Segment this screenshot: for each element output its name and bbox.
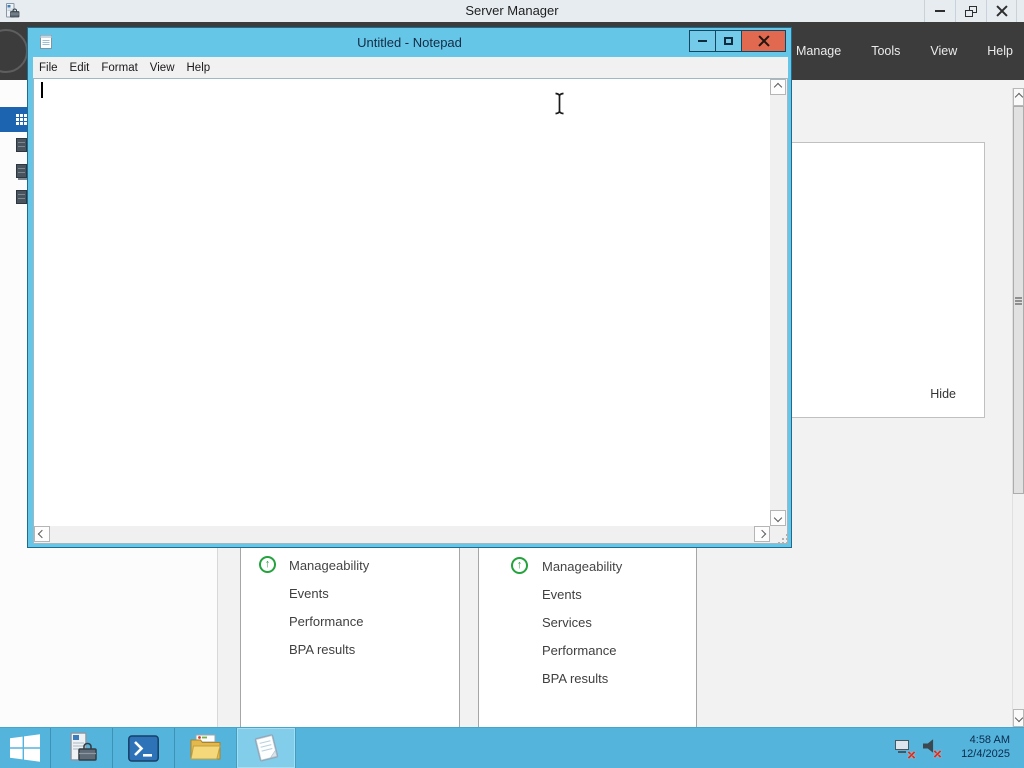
restore-button[interactable] [955, 0, 986, 22]
all-servers-icon [16, 164, 27, 178]
notepad-menubar: File Edit Format View Help [33, 57, 788, 78]
volume-muted-icon[interactable] [923, 738, 943, 756]
window-title: Server Manager [465, 3, 559, 18]
chevron-down-icon [773, 513, 783, 523]
network-disconnected-icon[interactable] [895, 739, 913, 757]
menu-manage[interactable]: Manage [796, 44, 841, 58]
taskbar-file-explorer-button[interactable] [175, 728, 236, 768]
scroll-down-button[interactable] [1013, 709, 1024, 727]
status-up-icon: ↑ [259, 556, 276, 573]
taskbar: 4:58 AM 12/4/2025 [0, 727, 1024, 768]
maximize-icon [724, 37, 733, 45]
notepad-client-area [33, 78, 788, 544]
menu-help[interactable]: Help [987, 44, 1013, 58]
tile-link-performance[interactable]: Performance [542, 643, 616, 658]
minimize-icon [935, 10, 945, 12]
server-manager-icon [69, 732, 97, 761]
chevron-down-icon [1014, 713, 1023, 723]
notepad-titlebar[interactable]: Untitled - Notepad [28, 28, 791, 57]
minimize-button[interactable] [689, 30, 716, 52]
start-button[interactable] [0, 728, 50, 768]
horizontal-scrollbar[interactable] [34, 526, 770, 543]
tile-link-performance[interactable]: Performance [289, 614, 363, 629]
menu-view[interactable]: View [144, 62, 181, 74]
powershell-icon [128, 734, 159, 762]
chevron-up-icon [773, 82, 783, 92]
taskbar-server-manager-button[interactable] [51, 728, 112, 768]
clock-date: 12/4/2025 [961, 748, 1010, 760]
taskbar-powershell-button[interactable] [113, 728, 174, 768]
tile-heading[interactable]: Manageability [289, 558, 369, 573]
scroll-right-button[interactable] [754, 526, 770, 542]
dashboard-icon [16, 114, 19, 117]
maximize-button[interactable] [715, 30, 742, 52]
chevron-right-icon [757, 529, 767, 539]
minimize-icon [698, 40, 707, 42]
windows-logo-icon [10, 734, 40, 762]
back-button[interactable] [0, 29, 28, 73]
close-button[interactable] [741, 30, 786, 52]
chevron-left-icon [37, 529, 47, 539]
menu-view[interactable]: View [930, 44, 957, 58]
tile-link-services[interactable]: Services [542, 615, 592, 630]
taskbar-notepad-button[interactable] [236, 728, 296, 768]
text-caret [41, 82, 43, 98]
close-button[interactable] [986, 0, 1017, 22]
tile-link-bpa-results[interactable]: BPA results [289, 642, 355, 657]
window-controls [924, 0, 1017, 22]
notepad-text-area[interactable] [34, 79, 770, 526]
file-storage-icon [16, 190, 27, 204]
minimize-button[interactable] [924, 0, 955, 22]
file-explorer-icon [190, 734, 221, 759]
hide-link[interactable]: Hide [930, 387, 956, 401]
scroll-down-button[interactable] [770, 510, 786, 526]
close-icon [996, 5, 1008, 17]
server-manager-titlebar: Server Manager [0, 0, 1024, 22]
scroll-left-button[interactable] [34, 526, 50, 542]
dashboard-scrollbar[interactable] [1012, 88, 1024, 727]
restore-icon [965, 5, 977, 17]
close-icon [758, 35, 770, 47]
chevron-up-icon [1014, 92, 1023, 102]
menu-edit[interactable]: Edit [64, 62, 96, 74]
tile-link-events[interactable]: Events [289, 586, 329, 601]
tile-heading[interactable]: Manageability [542, 559, 622, 574]
taskbar-clock[interactable]: 4:58 AM 12/4/2025 [961, 733, 1010, 761]
local-server-icon [16, 138, 27, 152]
resize-grip[interactable] [770, 526, 787, 543]
scroll-up-button[interactable] [1013, 88, 1024, 106]
scroll-up-button[interactable] [770, 79, 786, 95]
thumb-grip-icon [1015, 300, 1022, 302]
menu-help[interactable]: Help [181, 62, 217, 74]
notepad-icon [254, 734, 279, 762]
notepad-window: Untitled - Notepad File Edit Format View… [27, 27, 792, 548]
notepad-window-title: Untitled - Notepad [357, 35, 462, 50]
clock-time: 4:58 AM [969, 734, 1010, 746]
menu-file[interactable]: File [33, 62, 64, 74]
vertical-scrollbar[interactable] [770, 79, 787, 526]
notepad-window-controls [689, 30, 786, 52]
menu-format[interactable]: Format [95, 62, 143, 74]
tile-link-bpa-results[interactable]: BPA results [542, 671, 608, 686]
scrollbar-thumb[interactable] [1013, 106, 1024, 494]
tile-link-events[interactable]: Events [542, 587, 582, 602]
ibeam-cursor [553, 92, 566, 120]
status-up-icon: ↑ [511, 557, 528, 574]
menu-tools[interactable]: Tools [871, 44, 900, 58]
server-manager-menubar: Manage Tools View Help [796, 22, 1013, 80]
